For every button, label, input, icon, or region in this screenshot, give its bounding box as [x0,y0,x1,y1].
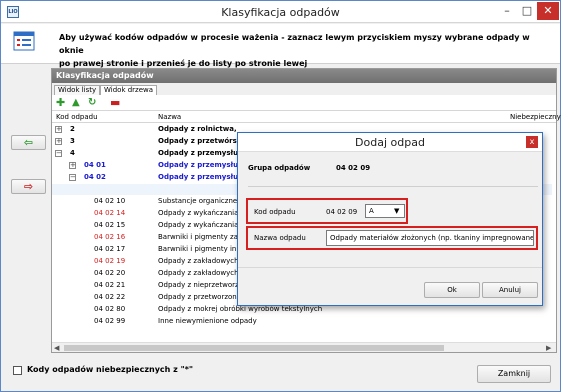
row-code: 04 01 [84,161,106,169]
group-label: Grupa odpadów [248,164,311,172]
title-bar: LIO Klasyfikacja odpadów – □ ✕ [1,1,560,23]
row-code: 04 02 99 [94,317,126,325]
main-window: LIO Klasyfikacja odpadów – □ ✕ Aby używa… [0,0,561,392]
row-code: 04 02 20 [94,269,126,277]
add-icon[interactable]: ✚ [56,96,65,110]
move-right-button[interactable]: ⇨ [11,179,46,194]
panel-title: Klasyfikacja odpadów [52,69,556,83]
minimize-button[interactable]: – [497,2,517,20]
row-name: Odpady z przemysłu [158,149,239,157]
view-tabs: Widok listy Widok drzewa [52,83,556,95]
panel-toolbar: ✚ ▲ ↻ ▬ [52,95,556,111]
expand-icon[interactable]: + [55,138,62,145]
scrollbar-thumb[interactable] [64,345,444,351]
row-code: 04 02 19 [94,257,126,265]
code-suffix-value: A [369,207,374,215]
expand-icon[interactable]: + [69,162,76,169]
dialog-title: Dodaj odpad x [238,133,542,152]
row-name: Substancje organiczne [158,197,238,205]
row-name: Barwniki i pigmenty zaw [158,233,244,241]
collapse-icon[interactable]: − [55,150,62,157]
code-value: 04 02 09 [326,208,358,216]
column-code[interactable]: Kod odpadu [56,113,98,121]
row-name: Inne niewymienione odpady [158,317,257,325]
column-name[interactable]: Nazwa [158,113,181,121]
dangerous-codes-label: Kody odpadów niebezpiecznych z "*" [27,365,194,374]
row-name: Odpady z wykańczania [158,209,239,217]
column-danger[interactable]: Niebezpieczny [510,113,561,121]
row-name: Odpady z zakładowych [158,257,239,265]
dialog-divider [248,186,538,187]
refresh-icon[interactable]: ↻ [88,96,96,110]
instructions-line-1: Aby używać kodów odpadów w procesie waże… [59,33,530,55]
dangerous-codes-checkbox[interactable] [13,366,22,375]
tab-tree-view[interactable]: Widok drzewa [100,85,158,95]
cancel-button[interactable]: Anuluj [482,282,538,298]
column-headers: Kod odpadu Nazwa Niebezpieczny [52,111,561,123]
tab-list-view[interactable]: Widok listy [54,85,101,95]
move-left-button[interactable]: ⇦ [11,135,46,150]
scroll-right-icon[interactable]: ▶ [546,343,551,353]
row-code: 04 02 16 [94,233,126,241]
row-code: 04 02 15 [94,221,126,229]
row-code: 04 02 80 [94,305,126,313]
warning-icon[interactable]: ▲ [72,96,80,110]
list-icon [13,31,35,51]
waste-name-input[interactable]: Odpady materiałów złożonych (np. tkaniny… [326,230,534,246]
row-code: 04 02 10 [94,197,126,205]
row-name: Odpady z rolnictwa, [158,125,237,133]
row-code: 3 [70,137,75,145]
code-field-row: Kod odpadu 04 02 09 A ▼ [246,198,408,224]
code-label: Kod odpadu [254,208,296,216]
row-code: 04 02 17 [94,245,126,253]
window-title: Klasyfikacja odpadów [221,6,340,19]
row-code: 4 [70,149,75,157]
row-code: 2 [70,125,75,133]
row-name: Odpady z przemysłu [158,173,239,181]
close-button[interactable]: Zamknij [477,365,551,383]
expand-icon[interactable]: + [55,126,62,133]
group-value: 04 02 09 [336,164,371,172]
add-waste-dialog: Dodaj odpad x Grupa odpadów 04 02 09 Kod… [237,132,543,306]
name-label: Nazwa odpadu [254,234,306,242]
row-name: Barwniki i pigmenty inne [158,245,246,253]
dialog-button-divider [238,267,542,268]
row-code: 04 02 21 [94,281,126,289]
maximize-button[interactable]: □ [517,2,537,20]
row-code: 04 02 [84,173,106,181]
row-name: Odpady z przetwórs [158,137,237,145]
row-name: Odpady z nieprzetworz [158,281,239,289]
ok-button[interactable]: Ok [424,282,480,298]
row-code: 04 02 14 [94,209,126,217]
row-name: Odpady z zakładowych [158,269,239,277]
scroll-left-icon[interactable]: ◀ [54,343,59,353]
row-name: Odpady z przemysłu [158,161,239,169]
collapse-icon[interactable]: − [69,174,76,181]
tree-row[interactable]: 04 02 99 Inne niewymienione odpady [52,316,552,327]
chevron-down-icon[interactable]: ▼ [394,205,399,217]
row-name: Odpady z wykańczania [158,221,239,229]
instructions-header: Aby używać kodów odpadów w procesie waże… [1,24,560,68]
name-field-row: Nazwa odpadu Odpady materiałów złożonych… [246,226,538,250]
close-window-button[interactable]: ✕ [537,2,559,20]
instructions-text: Aby używać kodów odpadów w procesie waże… [59,31,539,70]
row-code: 04 02 22 [94,293,126,301]
remove-icon[interactable]: ▬ [110,96,120,110]
code-suffix-select[interactable]: A ▼ [365,204,405,218]
dialog-close-button[interactable]: x [526,136,538,148]
horizontal-scrollbar[interactable]: ◀ ▶ [52,342,556,352]
dialog-title-text: Dodaj odpad [355,136,425,149]
